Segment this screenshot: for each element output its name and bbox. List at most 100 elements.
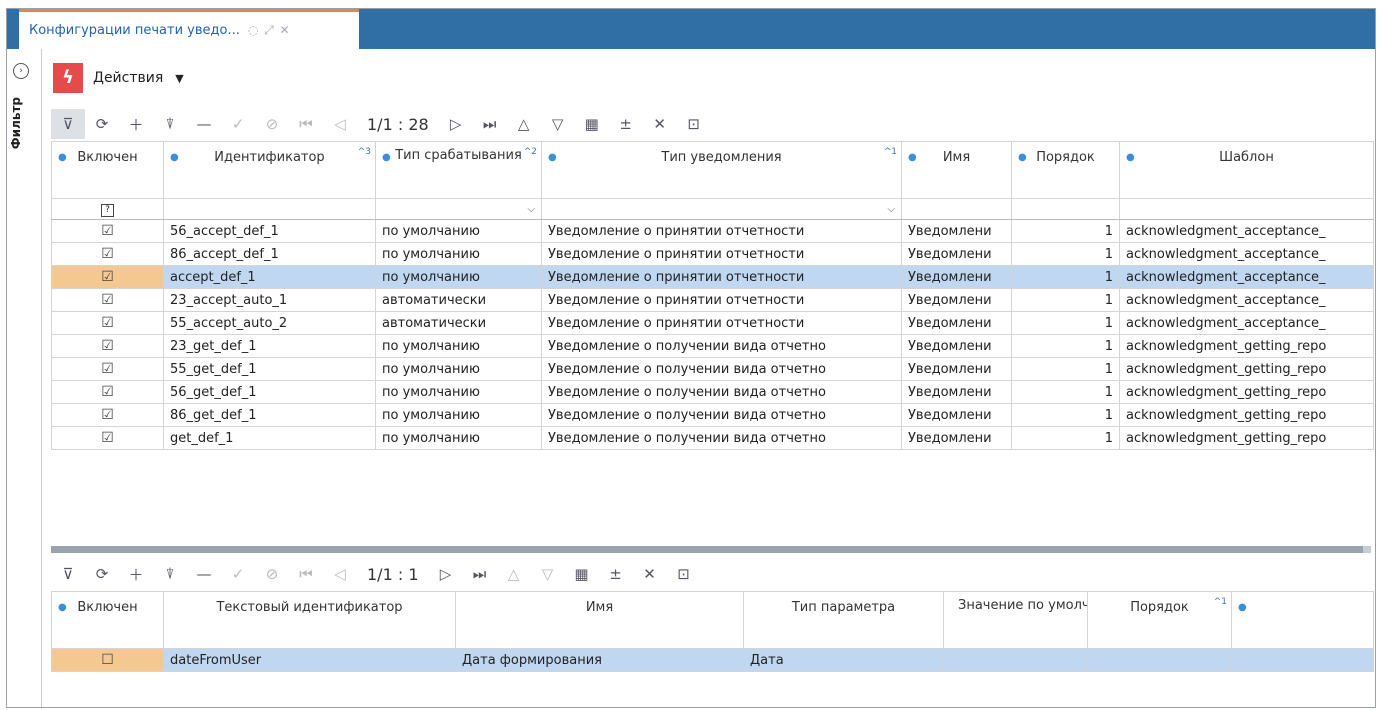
col-text-identifier[interactable]: Текстовый идентификатор (163, 591, 456, 649)
template-cell[interactable]: acknowledgment_acceptance_ (1119, 311, 1374, 335)
identifier-cell[interactable]: 23_accept_auto_1 (163, 288, 376, 312)
name-cell[interactable]: Уведомлени (901, 380, 1012, 404)
add-icon[interactable]: ＋ (119, 109, 153, 139)
table-row[interactable]: ☑ 86_get_def_1 по умолчанию Уведомление о п… (51, 403, 1374, 427)
col-enabled[interactable]: ● Включен (51, 591, 164, 649)
trigger-cell[interactable]: по умолчанию (375, 426, 542, 450)
default-value-cell[interactable] (943, 648, 1088, 672)
order-cell[interactable]: 1 (1011, 426, 1120, 450)
filter-clear-icon[interactable]: ⍒ (153, 559, 187, 589)
table-row[interactable]: ☐ dateFromUser Дата формирования Дата (51, 648, 1374, 672)
expand-icon[interactable]: › (13, 63, 29, 79)
enabled-checkbox[interactable]: ☑ (51, 426, 164, 450)
trigger-cell[interactable]: по умолчанию (375, 265, 542, 289)
first-page-icon[interactable]: ⏮ (289, 109, 323, 139)
name-cell[interactable]: Уведомлени (901, 242, 1012, 266)
identifier-cell[interactable]: 56_get_def_1 (163, 380, 376, 404)
next-page-icon[interactable]: ▷ (429, 559, 463, 589)
order-cell[interactable]: 1 (1011, 403, 1120, 427)
table-row[interactable]: ☑ 23_get_def_1 по умолчанию Уведомление о п… (51, 334, 1374, 358)
notification-type-cell[interactable]: Уведомление о получении вида отчетно (541, 357, 902, 381)
notification-type-cell[interactable]: Уведомление о получении вида отчетно (541, 426, 902, 450)
last-page-icon[interactable]: ⏭ (463, 559, 497, 589)
tab-controls-icon[interactable]: ◌ ⤢ ✕ (248, 23, 291, 38)
notification-type-cell[interactable]: Уведомление о получении вида отчетно (541, 380, 902, 404)
enabled-checkbox[interactable]: ☑ (51, 219, 164, 243)
col-order[interactable]: ● Порядок (1011, 141, 1120, 199)
remove-icon[interactable]: — (187, 559, 221, 589)
trigger-cell[interactable]: по умолчанию (375, 380, 542, 404)
table-row[interactable]: ☑ 56_get_def_1 по умолчанию Уведомление о п… (51, 380, 1374, 404)
col-param-type[interactable]: Тип параметра (743, 591, 944, 649)
col-default-value[interactable]: Значение по умолчанию (943, 591, 1088, 649)
sort-up-icon[interactable]: △ (497, 559, 531, 589)
trigger-cell[interactable]: по умолчанию (375, 403, 542, 427)
collapse-icon[interactable]: ⊡ (677, 109, 711, 139)
enabled-checkbox[interactable]: ☑ (51, 288, 164, 312)
chevron-down-icon[interactable]: ⌵ (887, 204, 895, 215)
order-cell[interactable] (1087, 648, 1232, 672)
name-cell[interactable]: Уведомлени (901, 357, 1012, 381)
template-cell[interactable]: acknowledgment_acceptance_ (1119, 219, 1374, 243)
col-trigger-type[interactable]: ● Тип срабатывания ^2 (375, 141, 542, 199)
name-cell[interactable]: Уведомлени (901, 334, 1012, 358)
notification-type-cell[interactable]: Уведомление о получении вида отчетно (541, 334, 902, 358)
tab-print-configs[interactable]: Конфигурации печати уведо... ◌ ⤢ ✕ (19, 9, 359, 49)
sort-up-icon[interactable]: △ (507, 109, 541, 139)
order-cell[interactable]: 1 (1011, 334, 1120, 358)
table-row[interactable]: ☑ 23_accept_auto_1 автоматически Уведомлени… (51, 288, 1374, 312)
filter-clear-icon[interactable]: ⍒ (153, 109, 187, 139)
trigger-cell[interactable]: автоматически (375, 288, 542, 312)
chevron-down-icon[interactable]: ⌵ (527, 204, 535, 215)
notification-type-cell[interactable]: Уведомление о принятии отчетности (541, 242, 902, 266)
excel-icon[interactable]: ✕ (643, 109, 677, 139)
extra-cell[interactable] (1231, 648, 1374, 672)
trigger-cell[interactable]: по умолчанию (375, 334, 542, 358)
notification-type-cell[interactable]: Уведомление о получении вида отчетно (541, 403, 902, 427)
filter-icon[interactable]: ⊽ (51, 109, 85, 139)
cancel-icon[interactable]: ⊘ (255, 109, 289, 139)
refresh-icon[interactable]: ⟳ (85, 109, 119, 139)
template-cell[interactable]: acknowledgment_getting_repo (1119, 403, 1374, 427)
filter-name[interactable] (901, 198, 1012, 220)
identifier-cell[interactable]: 55_accept_auto_2 (163, 311, 376, 335)
identifier-cell[interactable]: get_def_1 (163, 426, 376, 450)
cancel-icon[interactable]: ⊘ (255, 559, 289, 589)
filter-identifier[interactable] (163, 198, 376, 220)
col-name[interactable]: ● Имя (901, 141, 1012, 199)
filter-label[interactable]: Фильтр (9, 97, 31, 149)
actions-menu[interactable]: ϟ Действия ▼ (53, 63, 184, 93)
identifier-cell[interactable]: accept_def_1 (163, 265, 376, 289)
identifier-cell[interactable]: 86_accept_def_1 (163, 242, 376, 266)
name-cell[interactable]: Уведомлени (901, 265, 1012, 289)
filter-icon[interactable]: ⊽ (51, 559, 85, 589)
sort-down-icon[interactable]: ▽ (531, 559, 565, 589)
enabled-checkbox[interactable]: ☑ (51, 357, 164, 381)
enabled-checkbox[interactable]: ☑ (51, 334, 164, 358)
enabled-checkbox[interactable]: ☐ (51, 648, 164, 672)
template-cell[interactable]: acknowledgment_acceptance_ (1119, 265, 1374, 289)
table-row[interactable]: ☑ get_def_1 по умолчанию Уведомление о полу… (51, 426, 1374, 450)
name-cell[interactable]: Уведомлени (901, 219, 1012, 243)
name-cell[interactable]: Уведомлени (901, 426, 1012, 450)
enabled-checkbox[interactable]: ☑ (51, 403, 164, 427)
order-cell[interactable]: 1 (1011, 242, 1120, 266)
table-row[interactable]: ☑ 55_get_def_1 по умолчанию Уведомление о п… (51, 357, 1374, 381)
order-cell[interactable]: 1 (1011, 311, 1120, 335)
param-type-cell[interactable]: Дата (743, 648, 944, 672)
refresh-icon[interactable]: ⟳ (85, 559, 119, 589)
group-icon[interactable]: ± (599, 559, 633, 589)
filter-enabled[interactable]: ? (51, 198, 164, 220)
trigger-cell[interactable]: по умолчанию (375, 242, 542, 266)
table-row[interactable]: ☑ 55_accept_auto_2 автоматически Уведомлени… (51, 311, 1374, 335)
identifier-cell[interactable]: 56_accept_def_1 (163, 219, 376, 243)
name-cell[interactable]: Дата формирования (455, 648, 744, 672)
filter-trigger-type[interactable]: ⌵ (375, 198, 542, 220)
name-cell[interactable]: Уведомлени (901, 311, 1012, 335)
col-identifier[interactable]: ● Идентификатор ^3 (163, 141, 376, 199)
enabled-checkbox[interactable]: ☑ (51, 311, 164, 335)
trigger-cell[interactable]: по умолчанию (375, 219, 542, 243)
table-row[interactable]: ☑ accept_def_1 по умолчанию Уведомление о п… (51, 265, 1374, 289)
excel-icon[interactable]: ✕ (633, 559, 667, 589)
scrollbar-thumb[interactable] (51, 546, 1363, 553)
